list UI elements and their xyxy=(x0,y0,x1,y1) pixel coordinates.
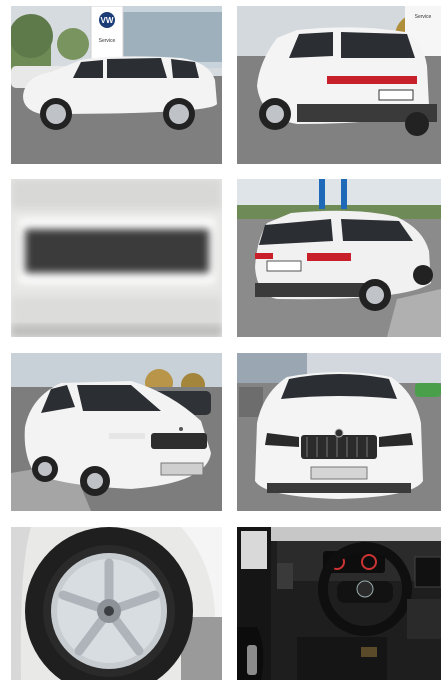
rear-parking-image xyxy=(237,179,441,337)
photo-gallery-grid: VW Service Service xyxy=(0,0,442,680)
svg-text:Service: Service xyxy=(415,14,432,20)
side-view-image: VW Service xyxy=(11,6,222,164)
front-view-image xyxy=(237,353,441,511)
front-three-quarter-image xyxy=(11,353,222,511)
photo-wheel[interactable] xyxy=(11,527,222,680)
photo-rear-three-quarter[interactable]: Service xyxy=(237,6,441,164)
svg-text:VW: VW xyxy=(101,16,114,25)
photo-blurred-plate[interactable] xyxy=(11,179,222,337)
photo-side-dealership[interactable]: VW Service xyxy=(11,6,222,164)
photo-interior-dashboard[interactable] xyxy=(237,527,441,680)
interior-image xyxy=(237,527,441,680)
blurred-plate-image xyxy=(11,179,222,337)
photo-rear-parking[interactable] xyxy=(237,179,441,337)
photo-front-three-quarter[interactable] xyxy=(11,353,222,511)
svg-text:Service: Service xyxy=(99,38,116,44)
rear-view-image: Service xyxy=(237,6,441,164)
photo-front[interactable] xyxy=(237,353,441,511)
wheel-image xyxy=(11,527,222,680)
